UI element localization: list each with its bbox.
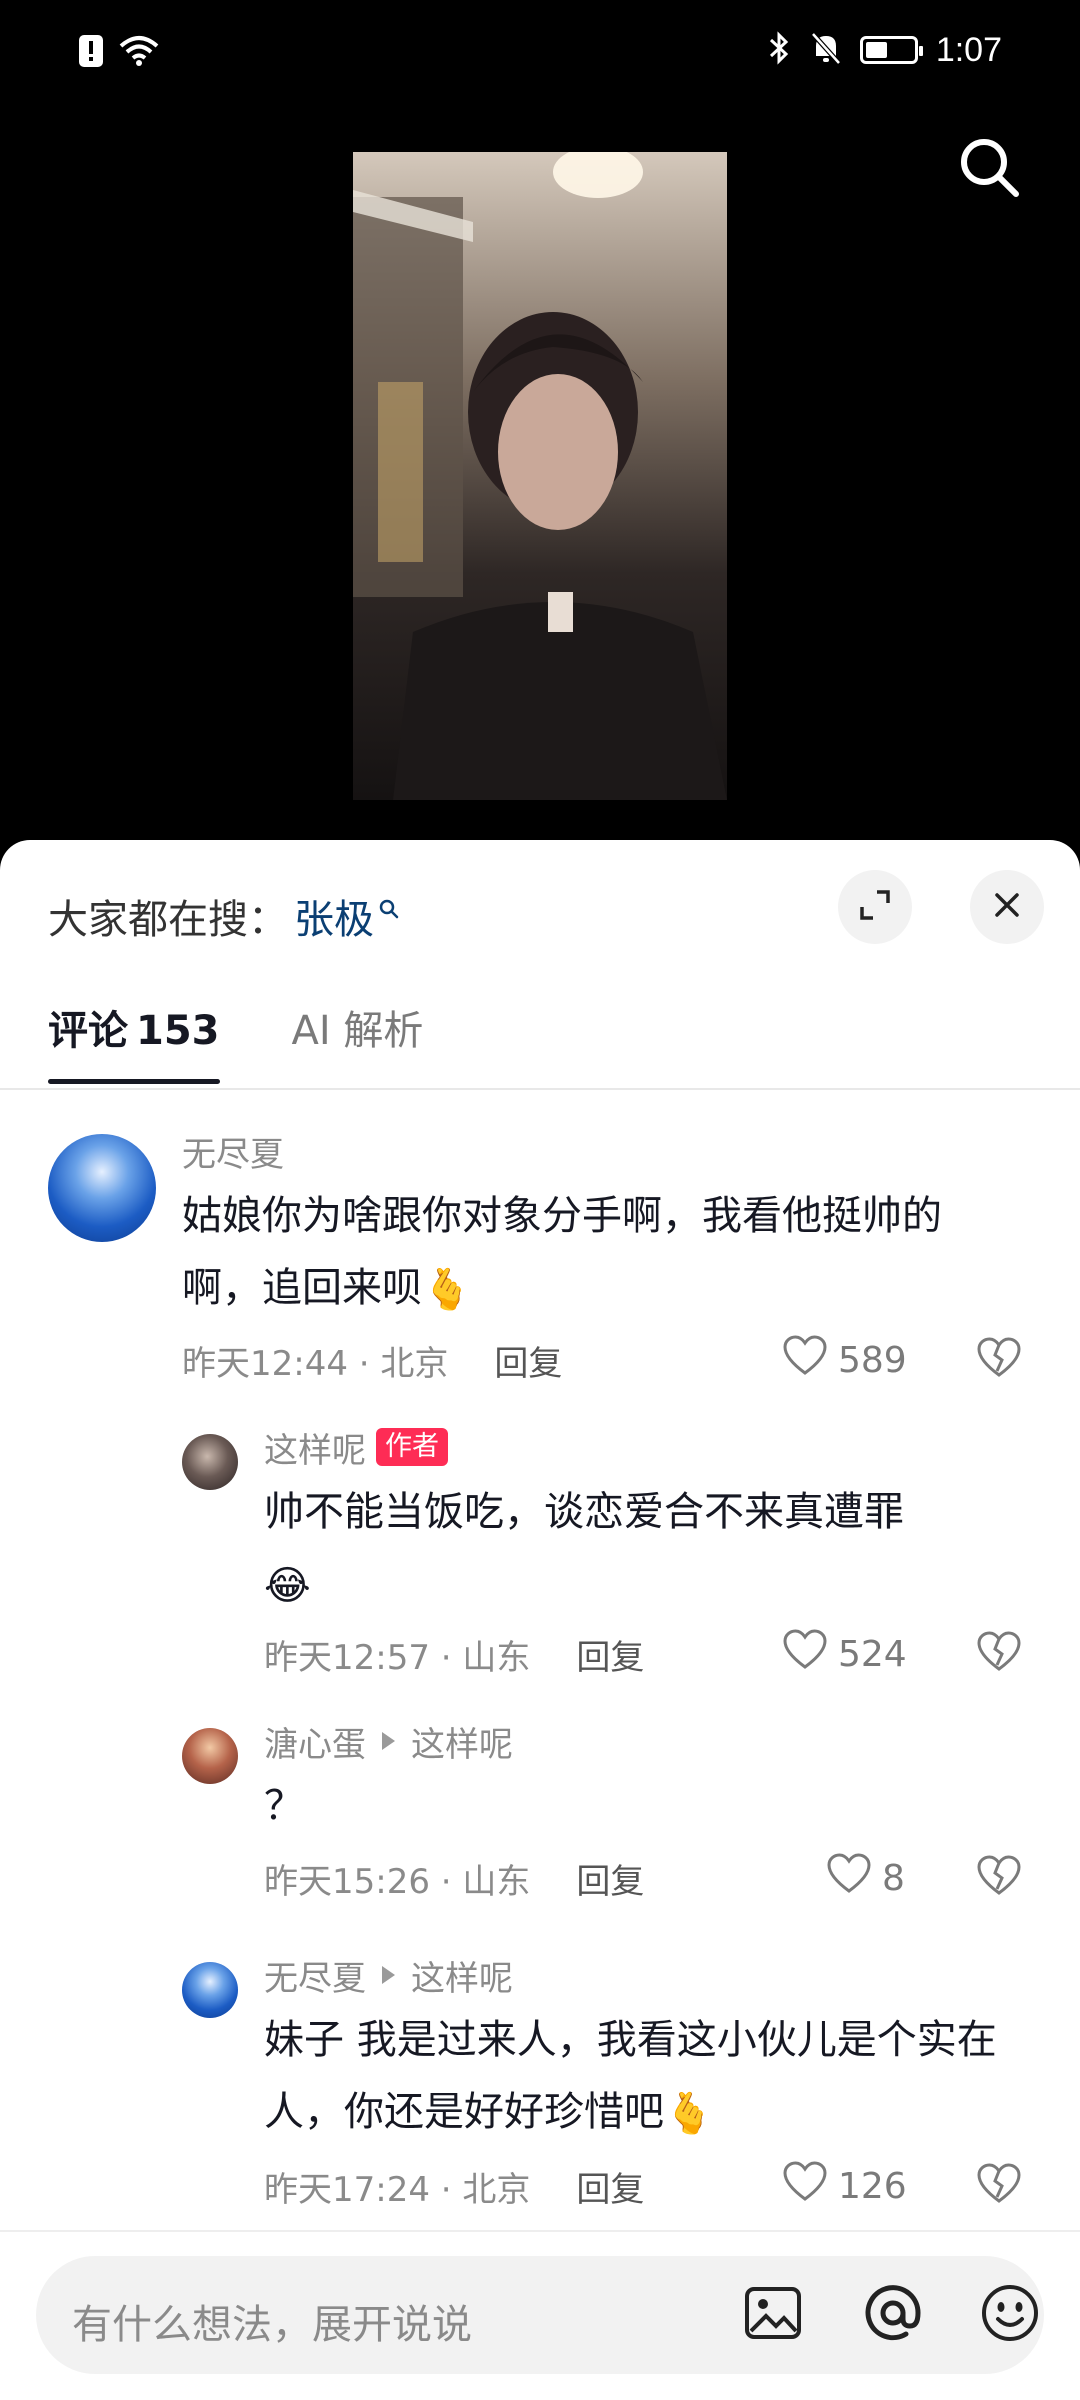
reply-arrow-icon xyxy=(382,1966,395,1984)
comment-tabs: 评论 153 AI 解析 xyxy=(48,998,423,1084)
expand-button[interactable] xyxy=(838,870,912,944)
hot-search-bar[interactable]: 大家都在搜： 张极 xyxy=(48,876,400,956)
status-bar: 1:07 xyxy=(0,0,1080,110)
emoji-icon xyxy=(980,2283,1040,2347)
expand-icon xyxy=(857,887,893,927)
avatar[interactable] xyxy=(182,1728,238,1784)
reply-to-username[interactable]: 这样呢 xyxy=(411,1951,513,2000)
comment-item: 溏心蛋 这样呢 ？ 昨天15:26 · 山东 回复 8 xyxy=(0,1716,1080,1936)
like-count: 126 xyxy=(838,2165,907,2207)
close-icon xyxy=(992,890,1022,924)
dislike-icon xyxy=(976,1337,1022,1383)
search-button[interactable] xyxy=(954,132,1024,202)
dislike-icon xyxy=(976,1631,1022,1677)
comment-username[interactable]: 无尽夏 xyxy=(182,1127,284,1176)
heart-icon xyxy=(826,1852,872,1904)
video-thumbnail xyxy=(353,152,727,800)
wifi-icon xyxy=(118,34,160,72)
image-icon xyxy=(744,2286,802,2344)
comment-text: 妹子 我是过来人，我看这小伙儿是个实在人，你还是好好珍惜吧 xyxy=(264,2017,997,2135)
heart-icon xyxy=(782,1628,828,1680)
tab-ai-analysis-label: AI 解析 xyxy=(291,1008,424,1054)
emoji-button[interactable] xyxy=(980,2282,1040,2348)
tabs-divider xyxy=(0,1088,1080,1090)
comment-text: 姑娘你为啥跟你对象分手啊，我看他挺帅的啊，追回来呗 xyxy=(182,1193,942,1311)
comment-text: ？ xyxy=(264,1783,304,1829)
like-button[interactable]: 524 xyxy=(782,1624,907,1684)
dislike-button[interactable] xyxy=(976,1848,1022,1908)
dislike-button[interactable] xyxy=(976,1624,1022,1684)
warning-icon xyxy=(78,34,104,72)
avatar[interactable] xyxy=(182,1962,238,2018)
comment-sheet: 大家都在搜： 张极 评论 153 AI 解析 无尽夏 姑娘你为啥跟你对象分手啊，我… xyxy=(0,840,1080,2400)
reply-to-username[interactable]: 这样呢 xyxy=(411,1717,513,1766)
close-button[interactable] xyxy=(970,870,1044,944)
like-button[interactable]: 8 xyxy=(826,1848,905,1908)
comment-item: 无尽夏 姑娘你为啥跟你对象分手啊，我看他挺帅的啊，追回来呗🫰 昨天12:44 ·… xyxy=(0,1106,1080,1406)
comment-item: 这样呢 作者 帅不能当饭吃，谈恋爱合不来真遭罪 😂 昨天12:57 · 山东 回复… xyxy=(0,1422,1080,1702)
bluetooth-icon xyxy=(766,30,792,70)
comment-input-bar: 有什么想法，展开说说 xyxy=(0,2230,1080,2400)
hot-search-label: 大家都在搜： xyxy=(48,897,288,943)
comment-emoji: 🫰 xyxy=(664,2091,714,2137)
comment-username[interactable]: 无尽夏 xyxy=(264,1951,366,2000)
at-icon xyxy=(862,2282,924,2348)
comment-input[interactable]: 有什么想法，展开说说 xyxy=(36,2256,1044,2374)
author-badge: 作者 xyxy=(376,1428,448,1466)
avatar[interactable] xyxy=(48,1134,156,1242)
battery-fill xyxy=(865,42,887,58)
like-button[interactable]: 126 xyxy=(782,2156,907,2216)
comment-emoji: 🫰 xyxy=(422,1267,472,1313)
dislike-button[interactable] xyxy=(976,1330,1022,1390)
dislike-icon xyxy=(976,2163,1022,2209)
heart-icon xyxy=(782,1334,828,1386)
reply-button[interactable]: 回复 xyxy=(576,1854,644,1903)
comment-time-location: 昨天17:24 · 北京 xyxy=(264,2169,531,2210)
comment-input-placeholder: 有什么想法，展开说说 xyxy=(72,2302,472,2348)
search-icon xyxy=(954,139,1024,206)
tab-comments-count: 153 xyxy=(136,1008,220,1054)
reply-button[interactable]: 回复 xyxy=(494,1336,562,1385)
like-count: 589 xyxy=(838,1339,907,1381)
comment-time-location: 昨天12:44 · 北京 xyxy=(182,1343,449,1384)
dislike-button[interactable] xyxy=(976,2156,1022,2216)
like-count: 524 xyxy=(838,1633,907,1675)
comment-list[interactable]: 无尽夏 姑娘你为啥跟你对象分手啊，我看他挺帅的啊，追回来呗🫰 昨天12:44 ·… xyxy=(0,1106,1080,2226)
reply-button[interactable]: 回复 xyxy=(576,2162,644,2211)
like-button[interactable]: 589 xyxy=(782,1330,907,1390)
heart-icon xyxy=(782,2160,828,2212)
hot-search-term[interactable]: 张极 xyxy=(294,887,374,945)
like-count: 8 xyxy=(882,1857,905,1899)
comment-username[interactable]: 这样呢 xyxy=(264,1423,366,1472)
image-button[interactable] xyxy=(740,2282,806,2348)
comment-time-location: 昨天12:57 · 山东 xyxy=(264,1637,531,1678)
battery-icon xyxy=(859,36,923,64)
video-frame[interactable] xyxy=(353,152,727,800)
search-icon xyxy=(378,884,400,930)
video-player[interactable] xyxy=(0,110,1080,840)
avatar[interactable] xyxy=(182,1434,238,1490)
reply-arrow-icon xyxy=(382,1732,395,1750)
comment-text: 帅不能当饭吃，谈恋爱合不来真遭罪 xyxy=(264,1489,904,1535)
tab-ai-analysis[interactable]: AI 解析 xyxy=(292,998,424,1084)
dislike-icon xyxy=(976,1855,1022,1901)
reply-button[interactable]: 回复 xyxy=(576,1630,644,1679)
comment-item: 无尽夏 这样呢 妹子 我是过来人，我看这小伙儿是个实在人，你还是好好珍惜吧🫰 昨… xyxy=(0,1950,1080,2226)
clock: 1:07 xyxy=(935,30,1002,69)
tab-comments-label: 评论 xyxy=(48,1008,128,1054)
tab-comments[interactable]: 评论 153 xyxy=(48,998,220,1084)
comment-username[interactable]: 溏心蛋 xyxy=(264,1717,366,1766)
mute-icon xyxy=(810,30,842,70)
mention-button[interactable] xyxy=(860,2282,926,2348)
comment-emoji: 😂 xyxy=(264,1563,311,1609)
comment-time-location: 昨天15:26 · 山东 xyxy=(264,1861,531,1902)
